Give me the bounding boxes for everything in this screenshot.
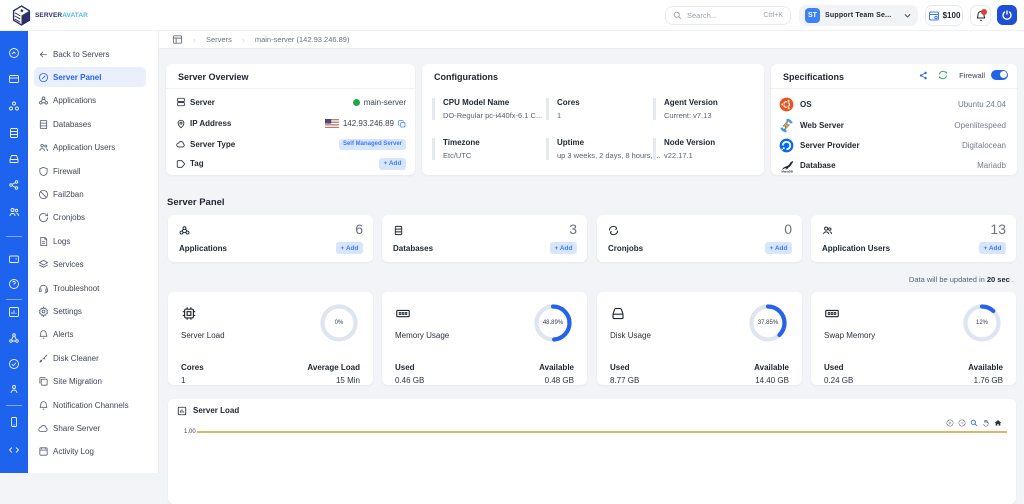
svg-text:MariaDB: MariaDB <box>782 169 793 173</box>
